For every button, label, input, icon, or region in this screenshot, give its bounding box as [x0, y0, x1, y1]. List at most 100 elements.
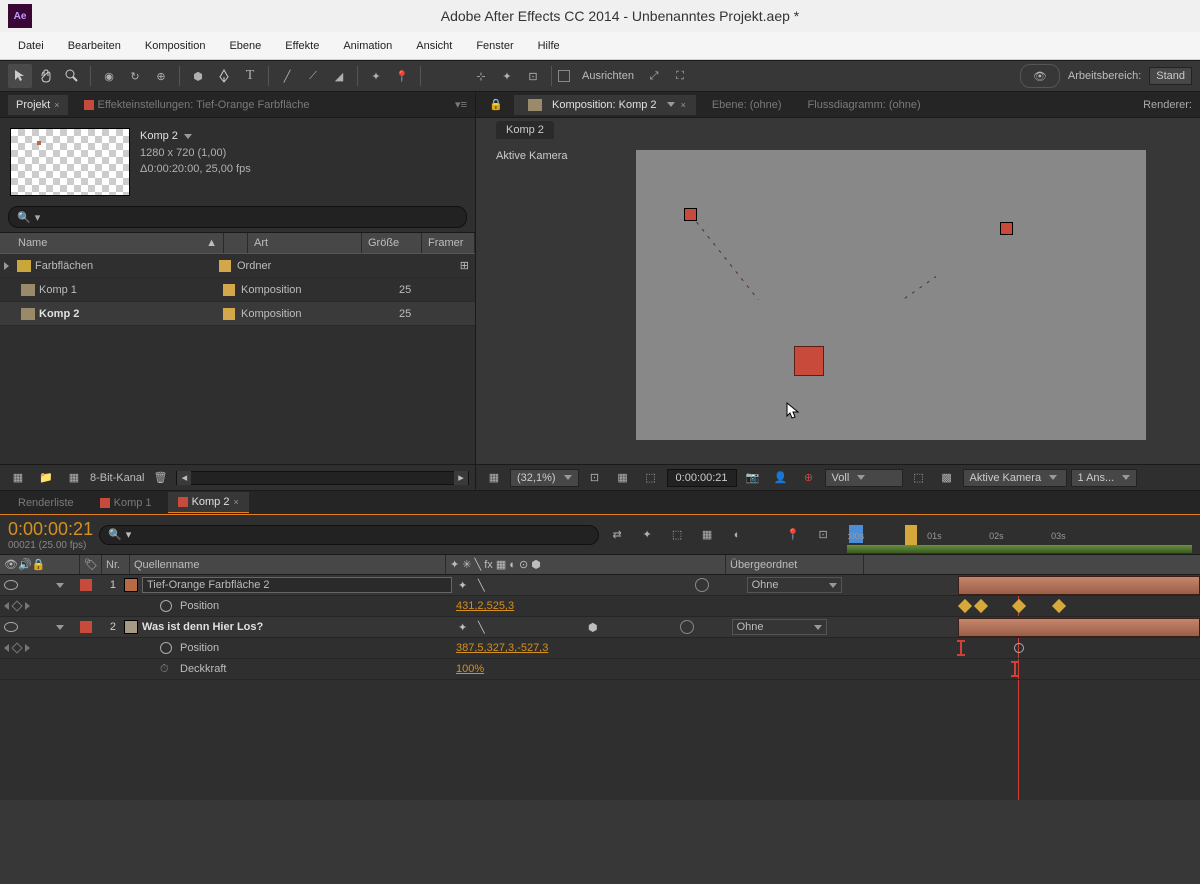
current-time[interactable]: 0:00:00:21: [8, 519, 93, 540]
graph-editor-icon[interactable]: 📍: [781, 523, 805, 547]
comp-breadcrumb[interactable]: Komp 2: [496, 121, 554, 139]
switches-col[interactable]: ✦ ✳ ╲ fx ▦ ◐ ⊙ ⬢: [446, 555, 726, 574]
flowchart-icon[interactable]: ⊞: [460, 259, 469, 272]
menu-help[interactable]: Hilfe: [528, 36, 570, 56]
new-folder-icon[interactable]: 📁: [34, 466, 58, 490]
effect-controls-tab[interactable]: Effekteinstellungen: Tief-Orange Farbflä…: [76, 94, 475, 115]
layer-duration-bar[interactable]: [958, 576, 1200, 595]
keyframe-icon[interactable]: [1052, 599, 1066, 613]
menu-edit[interactable]: Bearbeiten: [58, 36, 131, 56]
keyframe-icon[interactable]: [974, 599, 988, 613]
color-mgmt-icon[interactable]: ⊕: [797, 466, 821, 490]
menu-layer[interactable]: Ebene: [219, 36, 271, 56]
snap-checkbox[interactable]: [558, 70, 570, 82]
pickwhip-icon[interactable]: [695, 578, 709, 592]
keyframe-anchor[interactable]: [1000, 222, 1013, 235]
timeline-search-input[interactable]: 🔍▾: [99, 525, 599, 545]
selected-layer-box[interactable]: [794, 346, 824, 376]
number-col[interactable]: Nr.: [102, 555, 130, 574]
stopwatch-icon[interactable]: [160, 600, 172, 612]
eye-icon[interactable]: [4, 580, 18, 590]
clone-tool[interactable]: ⟋: [301, 64, 325, 88]
brainstorm-icon[interactable]: ⊡: [811, 523, 835, 547]
col-name[interactable]: Name▲: [0, 233, 224, 253]
snapshot-icon[interactable]: 📷: [741, 466, 765, 490]
always-preview-icon[interactable]: ▦: [482, 466, 506, 490]
trash-icon[interactable]: 🗑: [148, 466, 172, 490]
position-value[interactable]: 431,2,525,3: [456, 600, 736, 612]
zoom-tool[interactable]: [60, 64, 84, 88]
timeline-tab-komp1[interactable]: Komp 1: [90, 493, 162, 513]
layer-duration-bar[interactable]: [958, 618, 1200, 637]
draft3d-icon[interactable]: ✦: [635, 523, 659, 547]
add-kf-icon[interactable]: [11, 600, 22, 611]
col-size[interactable]: Größe: [362, 233, 422, 253]
menu-animation[interactable]: Animation: [333, 36, 402, 56]
menu-composition[interactable]: Komposition: [135, 36, 216, 56]
orbit-tool[interactable]: ◉: [97, 64, 121, 88]
project-item-comp2[interactable]: Komp 2 Komposition 25: [0, 302, 475, 326]
composition-tab[interactable]: Komposition: Komp 2×: [514, 95, 696, 115]
close-icon[interactable]: ×: [681, 100, 686, 110]
menu-file[interactable]: Datei: [8, 36, 54, 56]
add-kf-icon[interactable]: [11, 642, 22, 653]
project-item-comp1[interactable]: Komp 1 Komposition 25: [0, 278, 475, 302]
menu-view[interactable]: Ansicht: [406, 36, 462, 56]
project-hscroll[interactable]: ◂▸: [176, 471, 469, 485]
prev-kf-icon[interactable]: [4, 644, 9, 652]
renderqueue-tab[interactable]: Renderliste: [8, 493, 84, 513]
in-point-icon[interactable]: [960, 640, 962, 656]
col-frame[interactable]: Framer: [422, 233, 475, 253]
menu-effects[interactable]: Effekte: [275, 36, 329, 56]
camera-tool[interactable]: ⊕: [149, 64, 173, 88]
playhead-icon[interactable]: [905, 525, 917, 545]
view-dropdown[interactable]: Aktive Kamera: [963, 469, 1067, 487]
pickwhip-icon[interactable]: [680, 620, 694, 634]
roto-tool[interactable]: ✦: [364, 64, 388, 88]
snap-option2-icon[interactable]: ⛶: [668, 64, 692, 88]
project-tab[interactable]: Projekt×: [8, 95, 68, 115]
keyframe-icon[interactable]: [1014, 643, 1024, 653]
close-icon[interactable]: ×: [54, 100, 59, 110]
new-comp-icon[interactable]: ▦: [62, 466, 86, 490]
keyframe-icon[interactable]: [1012, 599, 1026, 613]
transparency-grid-icon[interactable]: ▩: [935, 466, 959, 490]
motion-blur-icon[interactable]: ◐: [725, 523, 749, 547]
keyframe-icon[interactable]: [958, 599, 972, 613]
keyframe-anchor[interactable]: [684, 208, 697, 221]
col-type[interactable]: Art: [248, 233, 362, 253]
layer-tab[interactable]: Ebene: (ohne): [702, 95, 792, 115]
project-search-input[interactable]: 🔍▾: [8, 206, 467, 228]
time-ruler[interactable]: :00s 01s 02s 03s: [841, 515, 1192, 554]
shy-icon[interactable]: ⬚: [665, 523, 689, 547]
eraser-tool[interactable]: ◢: [327, 64, 351, 88]
interpret-icon[interactable]: ▦: [6, 466, 30, 490]
brush-tool[interactable]: ╱: [275, 64, 299, 88]
parent-col[interactable]: Übergeordnet: [726, 555, 864, 574]
snap-option1-icon[interactable]: ⤢: [642, 64, 666, 88]
local-axis-icon[interactable]: ⊹: [469, 64, 493, 88]
composition-canvas[interactable]: [636, 150, 1146, 440]
next-kf-icon[interactable]: [25, 602, 30, 610]
text-tool[interactable]: T: [238, 64, 262, 88]
close-icon[interactable]: ×: [233, 497, 238, 507]
lock-icon[interactable]: 🔒: [484, 93, 508, 117]
bit-depth[interactable]: 8-Bit-Kanal: [90, 472, 144, 484]
pin-tool[interactable]: 📍: [390, 64, 414, 88]
composition-viewport[interactable]: Aktive Kamera: [476, 142, 1200, 464]
stopwatch-off-icon[interactable]: ⏱: [160, 663, 176, 676]
workspace-dropdown[interactable]: Stand: [1149, 67, 1192, 85]
eye-icon[interactable]: [4, 622, 18, 632]
menu-window[interactable]: Fenster: [466, 36, 523, 56]
parent-dropdown[interactable]: Ohne: [747, 577, 842, 593]
sourcename-col[interactable]: Quellenname: [130, 555, 446, 574]
expand-icon[interactable]: [56, 625, 64, 630]
opacity-value[interactable]: 100%: [456, 663, 736, 675]
res-half-icon[interactable]: ⊡: [583, 466, 607, 490]
view-axis-icon[interactable]: ⊡: [521, 64, 545, 88]
label-col[interactable]: 🏷: [80, 555, 102, 574]
position-value[interactable]: 387,5,327,3,-527,3: [456, 642, 736, 654]
search-help-icon[interactable]: 👁: [1020, 64, 1060, 88]
expand-icon[interactable]: [4, 262, 9, 270]
prev-kf-icon[interactable]: [4, 602, 9, 610]
